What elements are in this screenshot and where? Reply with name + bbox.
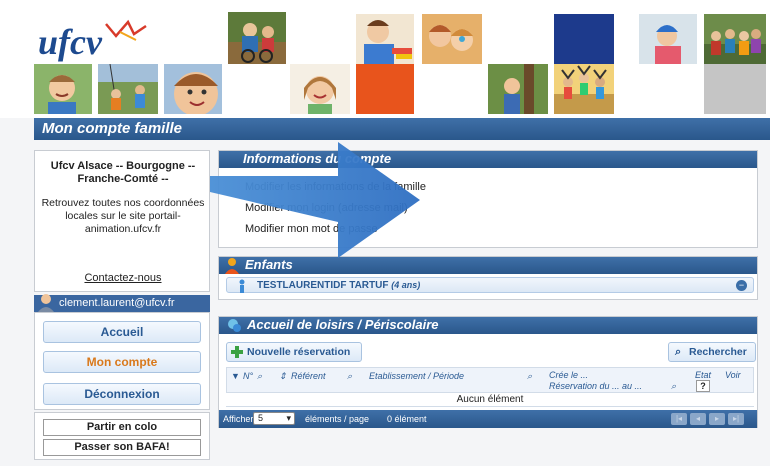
pager-count: 0 élément	[387, 414, 427, 424]
photo-cyclists	[228, 12, 286, 64]
ufcv-logo[interactable]: ufcv	[36, 18, 156, 64]
last-page-icon[interactable]: ▸|	[728, 413, 744, 425]
col-establishment[interactable]: Etablissement / Période	[369, 371, 464, 382]
reservations-table-header: ▼ N° ⌕ ⇕ Référent ⌕ Etablissement / Péri…	[226, 367, 754, 393]
page-size-select[interactable]: 5 ▾	[253, 412, 295, 425]
new-reservation-button[interactable]: Nouvelle réservation	[226, 342, 362, 362]
page-title-banner: Mon compte famille	[34, 118, 770, 140]
user-email: clement.laurent@ufcv.fr	[59, 297, 175, 309]
contact-link[interactable]: Contactez-nous	[35, 272, 211, 284]
child-row[interactable]: TESTLAURENTIDF TARTUF (4 ans) −	[226, 277, 754, 293]
state-filter[interactable]: ?	[696, 380, 710, 392]
child-name-group: TESTLAURENTIDF TARTUF (4 ans)	[257, 280, 420, 291]
new-reservation-label: Nouvelle réservation	[247, 346, 351, 358]
photo-kids-swing	[98, 64, 158, 114]
col-referent[interactable]: Référent	[291, 371, 326, 382]
search-button[interactable]: ⌕ Rechercher	[668, 342, 756, 362]
col-created[interactable]: Crée le ...	[549, 370, 588, 381]
page: ufcv Mon compte famille Ufcv Alsace -- B…	[0, 0, 770, 466]
edit-login-link[interactable]: Modifier mon login (adresse mail)	[245, 202, 408, 214]
account-info-panel: Informations du compte Modifier les info…	[218, 150, 758, 248]
color-square-grey	[704, 64, 766, 114]
page-size-value: 5	[258, 413, 264, 423]
region-name: Ufcv Alsace -- Bourgogne -- Franche-Comt…	[50, 160, 196, 185]
search-date-icon[interactable]: ⌕	[671, 381, 676, 392]
col-number[interactable]: N°	[243, 371, 253, 382]
photo-facepaint-kids	[422, 14, 482, 64]
prev-page-icon[interactable]: ◂	[690, 413, 706, 425]
color-square-orange	[356, 64, 414, 114]
children-header: Enfants	[219, 257, 757, 274]
photo-child-helmet	[639, 14, 697, 64]
pager-per-page-label: éléments / page	[305, 414, 370, 424]
col-reservation-period[interactable]: Réservation du ... au ...	[549, 381, 642, 392]
edit-password-link[interactable]: Modifier mon mot de passe	[245, 223, 378, 235]
photo-girl-smiling	[290, 64, 350, 114]
promo-box: Partir en colo Passer son BAFA!	[34, 412, 210, 460]
account-info-title: Informations du compte	[243, 151, 392, 166]
edit-family-link[interactable]: Modifier les informations de la famille	[245, 181, 426, 193]
child-name: TESTLAURENTIDF TARTUF	[257, 280, 389, 291]
sort-icon[interactable]: ⇕	[279, 371, 287, 382]
plus-icon	[231, 346, 243, 358]
photo-child-closeup	[164, 64, 222, 114]
account-info-header: Informations du compte	[219, 151, 757, 168]
go-camp-button[interactable]: Partir en colo	[43, 419, 201, 436]
expand-child-icon[interactable]: −	[736, 280, 747, 291]
photo-group-jumping	[554, 64, 614, 114]
children-panel: Enfants TESTLAURENTIDF TARTUF (4 ans) −	[218, 256, 758, 300]
search-icon: ⌕	[675, 346, 682, 358]
photo-group-outdoor	[704, 14, 766, 66]
color-square-navy	[554, 14, 614, 66]
leisure-panel: Accueil de loisirs / Périscolaire Nouvel…	[218, 316, 758, 428]
leisure-icon	[228, 319, 241, 332]
sort-desc-icon[interactable]: ▼	[231, 371, 240, 382]
col-view: Voir	[725, 370, 741, 380]
region-description: Retrouvez toutes nos coordonnées locales…	[41, 197, 205, 235]
photo-painting-child	[356, 14, 414, 64]
search-referent-icon[interactable]: ⌕	[347, 371, 352, 382]
my-account-button[interactable]: Mon compte	[43, 351, 201, 373]
leisure-title: Accueil de loisirs / Périscolaire	[247, 317, 439, 332]
leisure-header: Accueil de loisirs / Périscolaire	[219, 317, 757, 334]
photo-child-tree	[488, 64, 548, 114]
account-menu: Accueil Mon compte Déconnexion	[34, 312, 210, 410]
pager-show-label: Afficher	[223, 414, 254, 424]
search-label: Rechercher	[689, 346, 747, 358]
child-person-icon	[239, 279, 245, 293]
region-info-box: Ufcv Alsace -- Bourgogne -- Franche-Comt…	[34, 150, 210, 292]
table-pager: Afficher 5 ▾ éléments / page 0 élément |…	[219, 410, 757, 428]
header: ufcv	[0, 0, 770, 118]
empty-table-message: Aucun élément	[226, 393, 754, 407]
next-page-icon[interactable]: ▸	[709, 413, 725, 425]
logo-lettering: ufcv	[38, 22, 103, 62]
first-page-icon[interactable]: |◂	[671, 413, 687, 425]
photo-child-smiling	[34, 64, 92, 114]
user-avatar-icon	[38, 294, 54, 312]
page-title: Mon compte famille	[42, 120, 183, 137]
children-title: Enfants	[245, 257, 293, 272]
search-establishment-icon[interactable]: ⌕	[527, 371, 532, 382]
search-number-icon[interactable]: ⌕	[257, 371, 262, 382]
children-icon	[225, 258, 239, 274]
bafa-button[interactable]: Passer son BAFA!	[43, 439, 201, 456]
logout-button[interactable]: Déconnexion	[43, 383, 201, 405]
user-bar: clement.laurent@ufcv.fr	[34, 294, 210, 312]
child-age: (4 ans)	[391, 280, 421, 290]
home-button[interactable]: Accueil	[43, 321, 201, 343]
chevron-down-icon: ▾	[286, 413, 291, 423]
